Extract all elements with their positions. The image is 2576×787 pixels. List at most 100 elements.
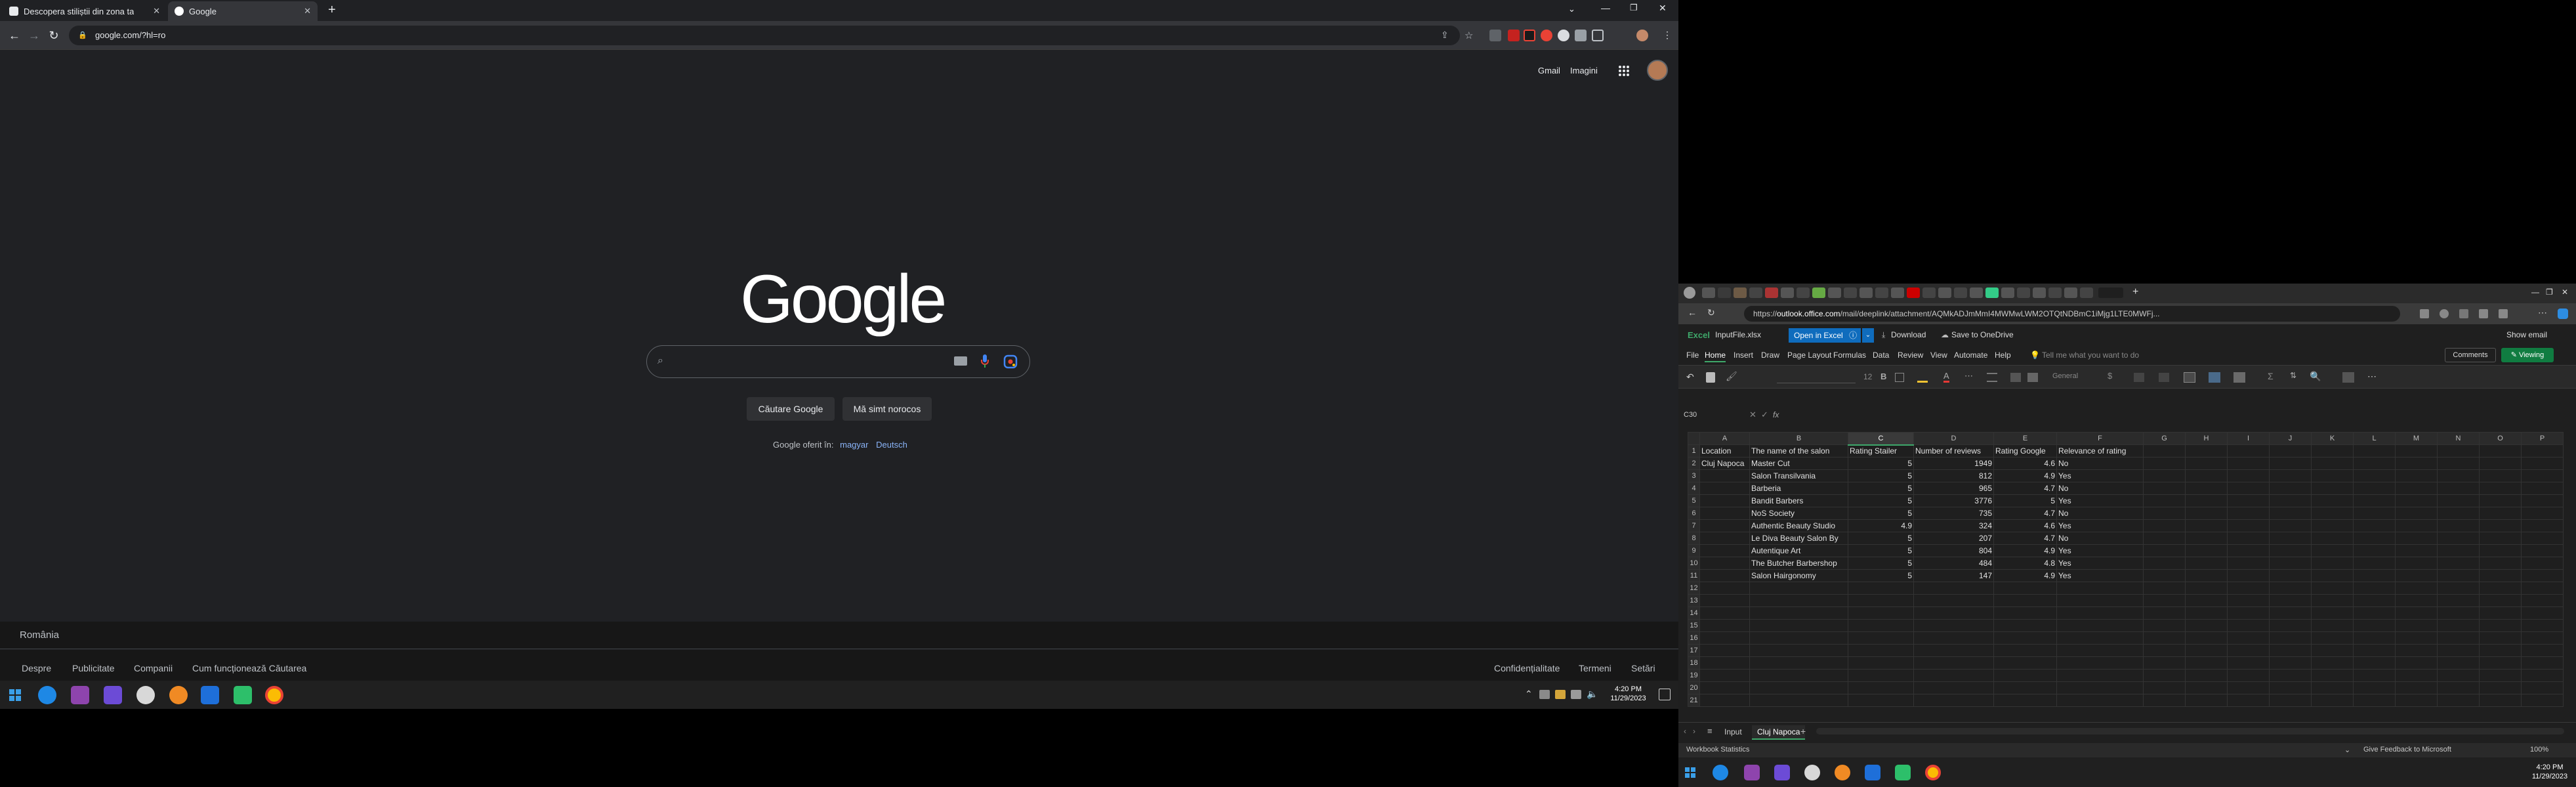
edge-tab-17[interactable] — [1954, 287, 1967, 298]
cell[interactable]: 5 — [1848, 494, 1914, 507]
cell[interactable] — [2437, 494, 2480, 507]
font-size-select[interactable]: 12 — [1863, 372, 1872, 381]
address-bar[interactable]: 🔒 google.com/?hl=ro — [69, 26, 1460, 45]
row-header[interactable]: 9 — [1688, 544, 1700, 557]
cell[interactable] — [2353, 494, 2396, 507]
cell[interactable] — [2521, 644, 2564, 657]
cell[interactable] — [2479, 656, 2522, 670]
cell[interactable] — [2311, 631, 2354, 645]
cell[interactable] — [1699, 544, 1750, 557]
cell[interactable] — [1699, 606, 1750, 620]
extension-1-icon[interactable] — [1489, 30, 1501, 41]
cell[interactable] — [2353, 669, 2396, 682]
cell[interactable] — [2227, 582, 2270, 595]
cell[interactable] — [1749, 582, 1848, 595]
cell[interactable] — [2437, 507, 2480, 520]
images-link[interactable]: Imagini — [1570, 66, 1598, 75]
enter-icon[interactable]: ✓ — [1761, 410, 1768, 420]
cell[interactable] — [2479, 582, 2522, 595]
cell[interactable] — [2521, 606, 2564, 620]
cell[interactable] — [2521, 457, 2564, 470]
cell[interactable] — [2143, 606, 2186, 620]
cell[interactable]: 5 — [1848, 569, 1914, 582]
share-icon[interactable]: ⇪ — [1441, 30, 1453, 41]
cell[interactable] — [1848, 606, 1914, 620]
cell[interactable]: 4.9 — [1848, 519, 1914, 532]
download-button[interactable]: Download — [1891, 330, 1926, 339]
app-blue-icon[interactable] — [201, 686, 219, 704]
chrome-icon[interactable] — [1925, 765, 1941, 780]
cell[interactable] — [2227, 482, 2270, 495]
cell[interactable] — [2311, 532, 2354, 545]
cell[interactable] — [2479, 557, 2522, 570]
cell[interactable]: 5 — [1848, 507, 1914, 520]
cell[interactable] — [2185, 494, 2228, 507]
cell[interactable] — [2185, 619, 2228, 632]
cell[interactable] — [2185, 457, 2228, 470]
cell[interactable] — [1699, 656, 1750, 670]
edge-tab-active[interactable] — [2098, 287, 2123, 298]
edge-profile-icon[interactable] — [1684, 287, 1695, 299]
cell[interactable] — [1848, 582, 1914, 595]
cell[interactable] — [1993, 606, 2057, 620]
cell[interactable] — [2479, 444, 2522, 457]
conditional-format-icon[interactable] — [2184, 372, 2195, 383]
cell[interactable] — [2353, 594, 2396, 607]
cell[interactable] — [2185, 606, 2228, 620]
row-header[interactable]: 10 — [1688, 557, 1700, 570]
cell[interactable] — [2269, 619, 2312, 632]
edge-tab-23[interactable] — [2048, 287, 2062, 298]
cell[interactable] — [1699, 631, 1750, 645]
tab-stylists[interactable]: Descopera stiliștii din zona ta ✕ — [3, 1, 167, 21]
footer-link-advertising[interactable]: Publicitate — [72, 663, 115, 673]
app-purple-icon[interactable] — [71, 686, 89, 704]
edge-address-bar[interactable]: https://outlook.office.com/mail/deeplink… — [1744, 306, 2400, 322]
cell[interactable] — [2056, 681, 2144, 694]
cell[interactable]: Autentique Art — [1749, 544, 1848, 557]
file-name[interactable]: InputFile.xlsx — [1715, 330, 1761, 339]
cell[interactable] — [2521, 656, 2564, 670]
column-header[interactable]: D — [1913, 432, 1994, 445]
edge-split-icon[interactable] — [2459, 309, 2468, 318]
tab-insert[interactable]: Insert — [1734, 351, 1753, 360]
cell[interactable] — [2185, 582, 2228, 595]
cell[interactable]: 812 — [1913, 469, 1994, 482]
cell[interactable] — [1913, 631, 1994, 645]
cell[interactable] — [2353, 507, 2396, 520]
paste-icon[interactable] — [1706, 372, 1715, 383]
format-table-icon[interactable] — [2209, 372, 2220, 383]
cell[interactable] — [2269, 469, 2312, 482]
cell[interactable] — [1848, 644, 1914, 657]
extension-2-icon[interactable] — [1508, 30, 1520, 41]
cell[interactable] — [2269, 544, 2312, 557]
tray-folder-icon[interactable] — [1555, 690, 1566, 699]
cell[interactable] — [1749, 694, 1848, 707]
cell[interactable] — [2185, 444, 2228, 457]
cell[interactable] — [2185, 482, 2228, 495]
app-blue-icon[interactable] — [1865, 765, 1880, 780]
cell[interactable] — [2521, 494, 2564, 507]
ribbon-more-icon[interactable]: ⋯ — [2367, 371, 2377, 382]
function-icon[interactable]: fx — [1773, 410, 1779, 419]
cell[interactable] — [2437, 619, 2480, 632]
cell[interactable] — [2353, 694, 2396, 707]
edge-ext-1-icon[interactable] — [2420, 309, 2429, 318]
cell[interactable] — [2353, 482, 2396, 495]
cell[interactable] — [2227, 656, 2270, 670]
column-header[interactable]: F — [2056, 432, 2144, 445]
cell[interactable] — [2269, 444, 2312, 457]
cell[interactable]: 484 — [1913, 557, 1994, 570]
cell[interactable] — [2311, 482, 2354, 495]
autosum-icon[interactable]: Σ — [2268, 371, 2274, 381]
decimal-icon[interactable] — [2134, 373, 2144, 382]
column-header[interactable]: A — [1699, 432, 1750, 445]
cell[interactable]: Yes — [2056, 544, 2144, 557]
cell[interactable] — [2521, 519, 2564, 532]
add-sheet-icon[interactable]: + — [1800, 726, 1806, 736]
cell[interactable] — [2269, 494, 2312, 507]
edge-tab-6[interactable] — [1781, 287, 1794, 298]
cell[interactable] — [2521, 631, 2564, 645]
cell[interactable] — [1913, 619, 1994, 632]
cell[interactable] — [1848, 656, 1914, 670]
cell[interactable] — [2143, 582, 2186, 595]
